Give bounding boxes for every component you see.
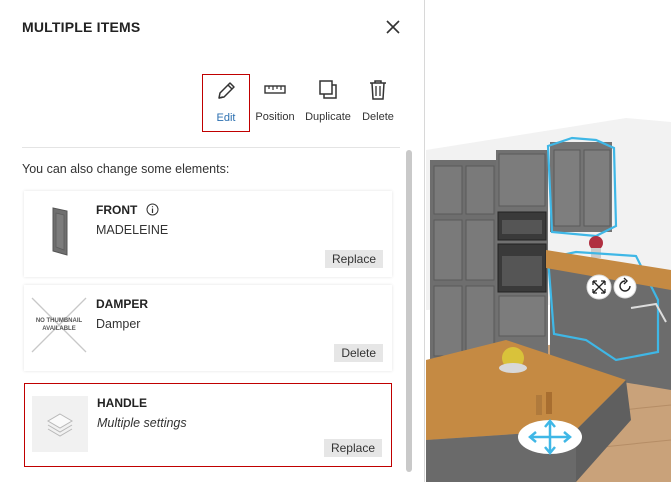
damper-value: Damper: [96, 317, 141, 331]
edit-label: Edit: [216, 112, 236, 124]
trash-icon: [358, 78, 398, 106]
front-value: MADELEINE: [96, 223, 169, 237]
no-thumbnail-text: NO THUMBNAIL AVAILABLE: [35, 318, 83, 332]
damper-title: DAMPER: [96, 297, 149, 311]
pencil-icon: [203, 79, 249, 107]
card-handle[interactable]: HANDLE Multiple settings Replace: [24, 383, 392, 467]
damper-delete-button[interactable]: Delete: [334, 344, 383, 362]
rotate-icon[interactable]: [613, 275, 637, 299]
handle-title: HANDLE: [97, 396, 147, 410]
close-icon: [386, 20, 400, 34]
kitchen-scene: [426, 0, 671, 482]
duplicate-icon: [302, 78, 354, 106]
3d-viewport[interactable]: [426, 0, 671, 482]
ruler-icon: [252, 78, 298, 106]
front-thumbnail: [31, 203, 87, 259]
handle-thumbnail: [32, 396, 88, 452]
front-replace-button[interactable]: Replace: [324, 250, 383, 268]
info-icon[interactable]: [146, 203, 159, 216]
duplicate-button[interactable]: Duplicate: [302, 74, 354, 132]
delete-label: Delete: [362, 111, 394, 123]
handle-value: Multiple settings: [97, 416, 187, 430]
divider: [22, 147, 400, 148]
handle-replace-button[interactable]: Replace: [323, 439, 382, 457]
card-front[interactable]: FRONT MADELEINE Replace: [24, 191, 392, 277]
position-button[interactable]: Position: [252, 74, 298, 132]
move-arrows-icon[interactable]: [518, 419, 582, 455]
edit-button[interactable]: Edit: [202, 74, 250, 132]
section-subtitle: You can also change some elements:: [22, 162, 230, 176]
duplicate-label: Duplicate: [305, 111, 351, 123]
card-title: FRONT: [96, 203, 159, 217]
scrollbar[interactable]: [406, 150, 412, 472]
position-label: Position: [255, 111, 295, 123]
damper-thumbnail: NO THUMBNAIL AVAILABLE: [31, 297, 87, 353]
card-damper[interactable]: NO THUMBNAIL AVAILABLE DAMPER Damper Del…: [24, 285, 392, 371]
multiple-items-panel: MULTIPLE ITEMS Edit Position Duplicate D…: [0, 0, 425, 482]
panel-title: MULTIPLE ITEMS: [22, 19, 141, 35]
delete-button[interactable]: Delete: [358, 74, 398, 132]
front-title: FRONT: [96, 203, 138, 217]
resize-icon[interactable]: [586, 274, 612, 300]
close-button[interactable]: [384, 18, 402, 36]
